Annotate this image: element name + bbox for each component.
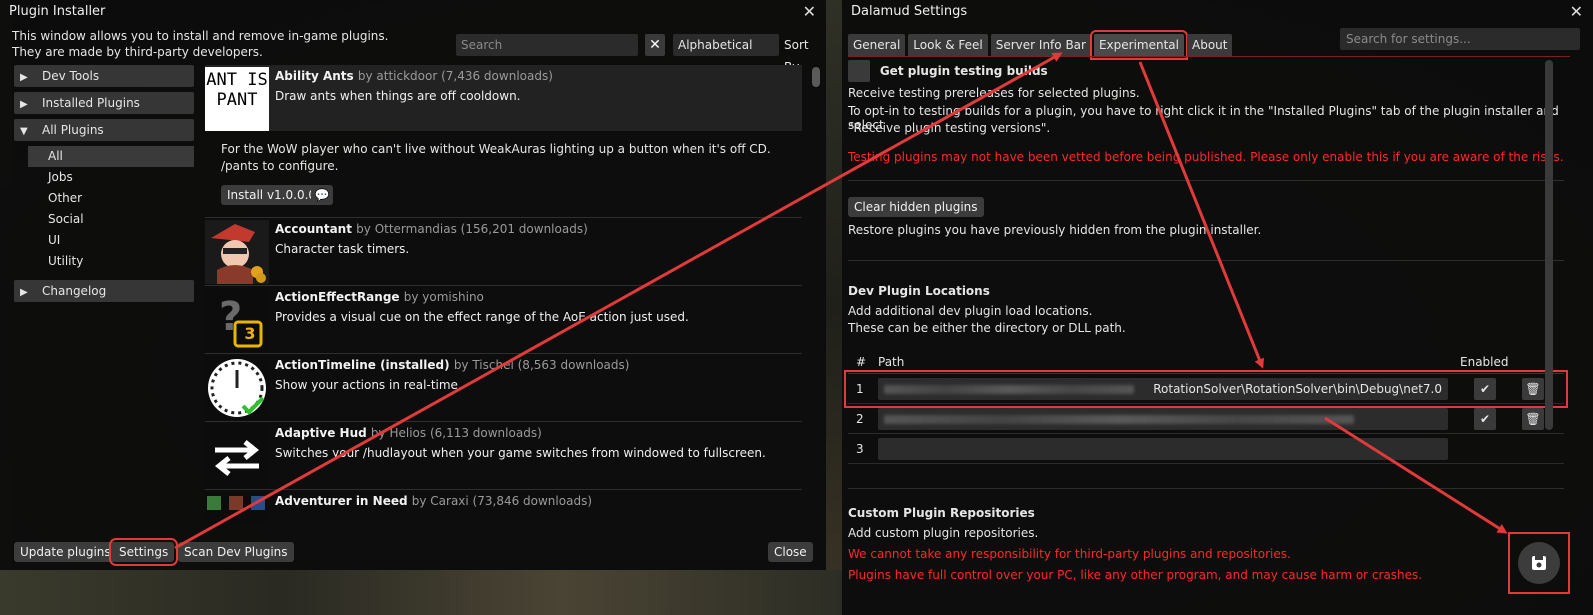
- annotation-arrows: [174, 52, 1508, 550]
- arrow-dev-path-to-save: [1324, 416, 1508, 534]
- arrow-settings-to-experimental: [174, 52, 1063, 550]
- arrow-experimental-to-dev-path: [1138, 61, 1265, 369]
